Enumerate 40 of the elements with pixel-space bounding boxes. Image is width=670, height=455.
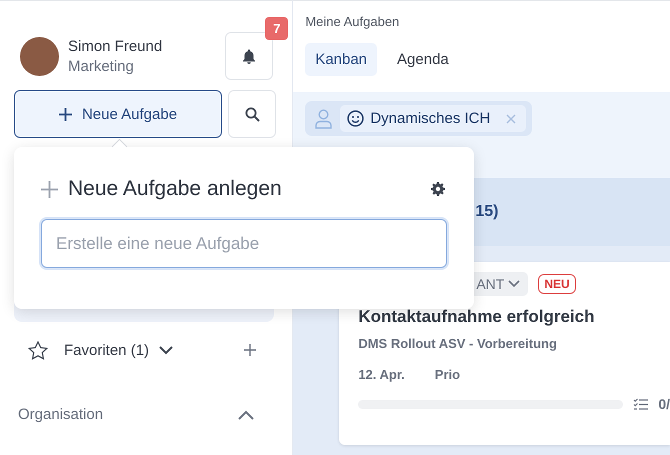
checklist-count: 0/ <box>658 396 670 412</box>
new-task-button[interactable]: Neue Aufgabe <box>14 90 222 138</box>
user-department: Marketing <box>68 58 135 74</box>
task-card[interactable]: ANT NEU Kontaktaufnahme erfolgreich DMS Rollout ASV - Vorbereitung 12. Apr. Prio 0/ <box>339 262 670 445</box>
user-name: Simon Freund <box>68 38 164 54</box>
plus-icon[interactable] <box>244 344 256 356</box>
due-date: 12. Apr. <box>358 367 405 382</box>
filter-chip-label: Dynamisches ICH <box>370 110 490 127</box>
organisation-section[interactable]: Organisation <box>14 406 278 423</box>
priority-label: Prio <box>434 367 460 382</box>
notifications-button[interactable] <box>225 32 274 80</box>
search-icon <box>244 106 260 122</box>
task-title: Kontaktaufnahme erfolgreich <box>358 307 596 327</box>
notification-badge: 7 <box>265 17 288 40</box>
view-tab[interactable]: Kanban <box>305 43 378 76</box>
task-project: DMS Rollout ASV - Vorbereitung <box>358 336 558 351</box>
chevron-icon <box>508 280 520 288</box>
star-icon <box>28 340 48 360</box>
section-title: Organisation <box>18 406 104 423</box>
column-title: 15) <box>475 203 498 221</box>
task-input-field[interactable]: Erstelle eine neue Aufgabe <box>41 219 447 268</box>
plus-icon <box>41 180 58 198</box>
filter-chip[interactable]: Dynamisches ICH <box>340 105 526 132</box>
chevron-icon <box>159 346 174 354</box>
breadcrumb: Meine Aufgaben <box>305 14 400 29</box>
chevron-icon <box>238 410 254 420</box>
search-button[interactable] <box>228 90 276 138</box>
view-tab[interactable]: Agenda <box>387 43 459 76</box>
assignee-filter[interactable]: Dynamisches ICH <box>305 101 532 136</box>
avatar <box>20 36 59 76</box>
new-badge: NEU <box>538 274 576 294</box>
checklist-icon <box>633 398 648 410</box>
favorites-label: Favoriten (1) <box>64 342 150 358</box>
favorites-item[interactable]: Favoriten (1) <box>14 336 278 364</box>
plus-icon <box>58 108 72 120</box>
person-icon <box>315 108 332 128</box>
popover-title: Neue Aufgabe anlegen <box>68 177 282 201</box>
smiley-icon <box>347 110 364 127</box>
settings-icon[interactable] <box>431 182 445 196</box>
bell-icon <box>242 48 256 64</box>
